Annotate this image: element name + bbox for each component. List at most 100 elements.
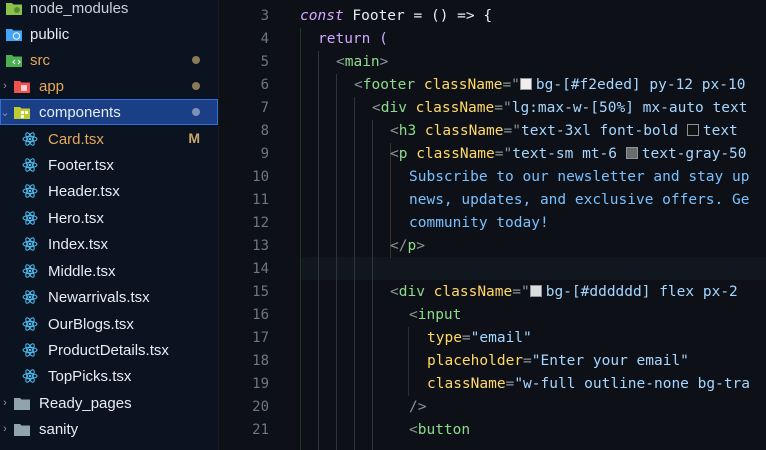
tag-bracket: < xyxy=(409,422,418,438)
code-text: =" xyxy=(502,77,520,93)
code-line: <h3 className="text-3xl font-bold text xyxy=(390,120,738,143)
tree-item-header[interactable]: Header.tsx xyxy=(0,178,218,204)
line-number: 16 xyxy=(252,307,269,323)
line-number: 14 xyxy=(252,261,269,277)
tag-name: button xyxy=(417,422,471,438)
tree-item-footer[interactable]: Footer.tsx xyxy=(0,152,218,178)
code-line: className="w-full outline-none bg-tra xyxy=(427,373,750,396)
attribute-name: className xyxy=(424,284,513,300)
string-value: bg-[#dddddd] flex px-2 xyxy=(545,284,738,300)
tree-item-middle[interactable]: Middle.tsx xyxy=(0,258,218,284)
tree-item-sanity[interactable]: › sanity xyxy=(0,416,218,442)
tree-item-app[interactable]: › app xyxy=(0,73,218,99)
line-number: 3 xyxy=(260,8,269,24)
react-icon xyxy=(22,317,38,331)
indent-guide xyxy=(408,327,409,396)
string-value: "email" xyxy=(470,330,532,346)
tag-bracket: </ xyxy=(390,238,408,254)
tree-item-label: Index.tsx xyxy=(48,235,109,253)
color-swatch[interactable] xyxy=(519,78,532,90)
code-editor[interactable]: 3 4 5 6 7 8 9 10 11 12 13 14 15 16 17 18… xyxy=(219,0,766,450)
code-line: <button xyxy=(409,419,470,442)
tree-item-label: Middle.tsx xyxy=(48,262,116,280)
chevron-right-icon[interactable]: › xyxy=(0,80,10,92)
modified-dot xyxy=(192,82,200,90)
tag-bracket: > xyxy=(379,54,389,70)
folder-icon xyxy=(14,422,30,436)
attribute-name: className xyxy=(416,123,504,139)
tag-bracket: /> xyxy=(409,399,427,415)
attribute-name: className xyxy=(427,376,506,392)
code-text: ( xyxy=(370,31,388,47)
code-line: type="email" xyxy=(427,327,532,350)
tree-item-label: OurBlogs.tsx xyxy=(48,315,134,333)
chevron-right-icon[interactable]: › xyxy=(0,397,10,409)
string-value: "Enter your email" xyxy=(531,353,689,369)
tree-item-label: app xyxy=(39,77,65,95)
tag-name: p xyxy=(407,238,417,254)
tag-bracket: > xyxy=(416,238,425,254)
react-icon xyxy=(22,158,38,172)
tree-item-ready-pages[interactable]: › Ready_pages xyxy=(0,390,218,416)
identifier: Footer xyxy=(343,8,414,24)
tree-item-public[interactable]: public xyxy=(0,21,218,47)
tree-item-label: node_modules xyxy=(30,0,129,17)
attribute-name: className xyxy=(407,146,495,162)
react-icon xyxy=(22,264,38,278)
tree-item-src[interactable]: src xyxy=(0,47,218,73)
file-explorer: node_modules public src › app ⌄ componen… xyxy=(0,0,218,450)
code-text: =" xyxy=(494,100,512,116)
folder-icon xyxy=(14,396,30,410)
attribute-name: className xyxy=(406,100,495,116)
tree-item-hero[interactable]: Hero.tsx xyxy=(0,205,218,231)
code-line: const Footer = () => { xyxy=(300,5,492,28)
tree-item-label: Newarrivals.tsx xyxy=(48,288,150,306)
tag-bracket: < xyxy=(409,307,418,323)
line-number: 12 xyxy=(252,215,269,231)
chevron-right-icon[interactable]: › xyxy=(0,423,10,435)
chevron-down-icon[interactable]: ⌄ xyxy=(0,106,10,119)
tag-name: main xyxy=(344,54,380,70)
tree-item-components[interactable]: ⌄ components xyxy=(0,99,218,125)
tag-name: h3 xyxy=(398,123,417,139)
tree-item-newarrivals[interactable]: Newarrivals.tsx xyxy=(0,284,218,310)
color-swatch[interactable] xyxy=(625,147,638,159)
components-folder-icon xyxy=(14,105,30,119)
string-value: lg:max-w-[50%] mx-auto text xyxy=(511,100,748,116)
tree-item-label: ProductDetails.tsx xyxy=(48,341,169,359)
tag-bracket: < xyxy=(390,123,399,139)
code-text: =" xyxy=(512,284,530,300)
code-text: = () => { xyxy=(413,8,493,24)
modified-dot xyxy=(192,56,200,64)
attribute-name: placeholder xyxy=(427,353,524,369)
code-line: <div className="lg:max-w-[50%] mx-auto t… xyxy=(372,97,747,120)
string-value: text xyxy=(702,123,738,139)
modified-badge: M xyxy=(188,130,200,146)
react-icon xyxy=(22,211,38,225)
tree-item-ourblogs[interactable]: OurBlogs.tsx xyxy=(0,311,218,337)
tree-item-productdetails[interactable]: ProductDetails.tsx xyxy=(0,337,218,363)
string-value: text-gray-50 xyxy=(641,146,747,162)
code-line: community today! xyxy=(409,215,549,231)
tree-item-index[interactable]: Index.tsx xyxy=(0,231,218,257)
react-icon xyxy=(22,184,38,198)
line-number: 18 xyxy=(252,353,269,369)
tree-item-card[interactable]: Card.tsx M xyxy=(0,126,218,152)
tree-item-label: components xyxy=(39,103,121,121)
color-swatch[interactable] xyxy=(686,124,699,136)
src-folder-icon xyxy=(6,53,22,67)
tree-item-label: Card.tsx xyxy=(48,130,104,148)
line-number: 5 xyxy=(260,54,269,70)
tag-bracket: < xyxy=(354,77,363,93)
color-swatch[interactable] xyxy=(529,285,542,297)
indent-guide xyxy=(300,28,301,450)
tree-item-toppicks[interactable]: TopPicks.tsx xyxy=(0,363,218,389)
react-icon xyxy=(22,237,38,251)
react-icon xyxy=(22,132,38,146)
tree-item-label: TopPicks.tsx xyxy=(48,367,132,385)
tree-item-node-modules[interactable]: node_modules xyxy=(0,0,218,21)
tree-item-label: Footer.tsx xyxy=(48,156,114,174)
line-number: 15 xyxy=(252,284,269,300)
keyword: const xyxy=(300,8,344,24)
line-number: 20 xyxy=(252,399,269,415)
